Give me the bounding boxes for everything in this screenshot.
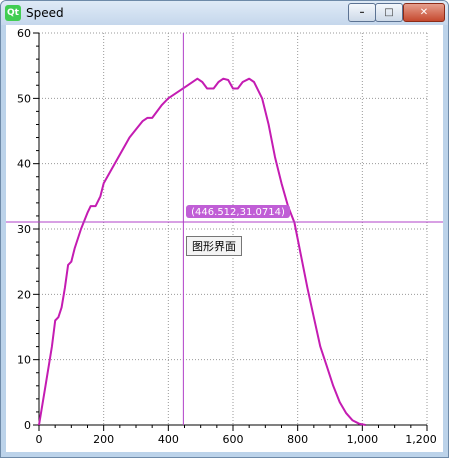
title-bar[interactable]: Qt Speed – □ ✕ xyxy=(1,1,448,25)
grid-lines xyxy=(39,32,428,425)
y-tick-label: 40 xyxy=(17,158,31,171)
chart-area[interactable]: 0 10 20 30 40 50 60 0 200 400 600 800 1,000 1,200 (44… xyxy=(6,25,443,452)
x-tick-label: 200 xyxy=(93,433,114,446)
app-window: Qt Speed – □ ✕ 0 10 20 30 40 50 60 0 200 400 600 80… xyxy=(0,0,449,458)
x-tick-label: 800 xyxy=(287,433,308,446)
x-tick-label: 400 xyxy=(158,433,179,446)
tooltip: 图形界面 xyxy=(186,236,242,256)
crosshair: (446.512,31.0714) xyxy=(6,33,443,425)
y-tick-label: 50 xyxy=(17,92,31,105)
y-tick-label: 60 xyxy=(17,27,31,40)
qt-logo-icon: Qt xyxy=(5,5,21,21)
x-tick-label: 0 xyxy=(36,433,43,446)
maximize-button[interactable]: □ xyxy=(375,3,403,22)
window-title: Speed xyxy=(26,6,64,20)
x-tick-label: 1,000 xyxy=(347,433,379,446)
y-tick-label: 0 xyxy=(24,419,31,432)
x-tick-label: 1,200 xyxy=(405,433,437,446)
minimize-button[interactable]: – xyxy=(348,3,376,22)
x-tick-label: 600 xyxy=(223,433,244,446)
y-tick-label: 30 xyxy=(17,223,31,236)
y-tick-label: 10 xyxy=(17,354,31,367)
crosshair-coordinate-label: (446.512,31.0714) xyxy=(191,207,285,218)
close-button[interactable]: ✕ xyxy=(403,3,445,22)
y-tick-label: 20 xyxy=(17,288,31,301)
